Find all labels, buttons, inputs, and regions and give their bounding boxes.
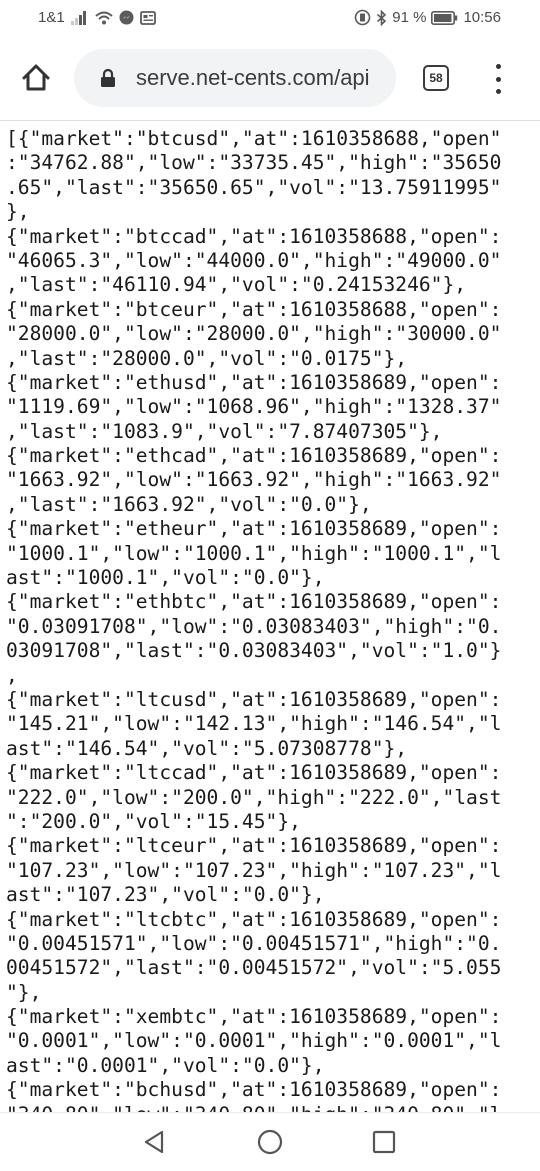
json-line: {"market":"xembtc","at":1610358689,"open…	[6, 1005, 502, 1029]
json-line: {"market":"ethcad","at":1610358689,"open…	[6, 444, 502, 468]
json-line: {"market":"btccad","at":1610358688,"open…	[6, 224, 502, 248]
json-line: "28000.0","low":"28000.0","high":"30000.…	[6, 322, 502, 346]
address-bar[interactable]: serve.net-cents.com/api	[74, 49, 396, 107]
carrier-name: 1&1	[38, 9, 65, 26]
json-line: ast":"107.23","vol":"0.0"},	[6, 883, 325, 907]
json-line: "107.23","low":"107.23","high":"107.23",…	[6, 858, 502, 882]
bluetooth-icon	[376, 9, 387, 26]
tab-count: 58	[429, 71, 443, 85]
json-line: "},	[6, 980, 42, 1004]
messenger-icon	[119, 10, 134, 25]
status-bar: 1&1 91 % 10:56	[0, 0, 540, 38]
json-line: "145.21","low":"142.13","high":"146.54",…	[6, 712, 502, 736]
home-circle-icon	[257, 1129, 283, 1155]
status-bar-right: 91 % 10:56	[354, 9, 501, 26]
recents-button[interactable]	[369, 1127, 399, 1157]
back-button[interactable]	[139, 1127, 169, 1157]
json-line: ":"200.0","vol":"15.45"},	[6, 809, 301, 833]
more-vert-icon[interactable]	[486, 64, 510, 94]
json-line: },	[6, 200, 30, 224]
json-line: "222.0","low":"200.0","high":"222.0","la…	[6, 785, 502, 809]
json-line: :"34762.88","low":"33735.45","high":"356…	[6, 151, 502, 175]
json-line: {"market":"ltcusd","at":1610358689,"open…	[6, 687, 502, 711]
json-line: ,"last":"1663.92","vol":"0.0"},	[6, 492, 372, 516]
lock-icon	[100, 68, 116, 92]
json-line: ast":"146.54","vol":"5.07308778"},	[6, 736, 408, 760]
json-line: {"market":"ltccad","at":1610358689,"open…	[6, 761, 502, 785]
battery-percent: 91 %	[392, 9, 427, 26]
json-line: .65","last":"35650.65","vol":"13.7591199…	[6, 175, 502, 199]
json-line: 03091708","last":"0.03083403","vol":"1.0…	[6, 639, 502, 663]
menu-dot	[495, 64, 501, 69]
home-button[interactable]	[16, 58, 56, 98]
json-line: ,"last":"1083.9","vol":"7.87407305"},	[6, 419, 443, 443]
json-line: ,"last":"28000.0","vol":"0.0175"},	[6, 346, 408, 370]
tab-switcher-button[interactable]: 58	[423, 65, 449, 91]
vibrate-icon	[354, 9, 371, 26]
json-line: {"market":"ltcbtc","at":1610358689,"open…	[6, 907, 502, 931]
json-line: "0.0001","low":"0.0001","high":"0.0001",…	[6, 1029, 502, 1053]
url-text[interactable]: serve.net-cents.com/api	[136, 64, 394, 92]
json-line: ,"last":"46110.94","vol":"0.24153246"},	[6, 273, 467, 297]
clock-time: 10:56	[463, 9, 501, 26]
home-icon	[22, 64, 50, 91]
menu-dot	[495, 89, 501, 94]
system-nav-bar	[0, 1112, 540, 1171]
json-line: {"market":"ethbtc","at":1610358689,"open…	[6, 590, 502, 614]
json-line: "1119.69","low":"1068.96","high":"1328.3…	[6, 395, 502, 419]
wifi-icon	[95, 11, 113, 25]
json-line: {"market":"btceur","at":1610358688,"open…	[6, 297, 502, 321]
page-content[interactable]: [{"market":"btcusd","at":1610358688,"ope…	[0, 121, 540, 1112]
menu-dot	[495, 76, 501, 82]
browser-toolbar: serve.net-cents.com/api 58	[0, 38, 540, 121]
battery-icon	[431, 10, 458, 25]
json-line: 00451572","last":"0.00451572","vol":"5.0…	[6, 956, 502, 980]
json-line: {"market":"etheur","at":1610358689,"open…	[6, 517, 502, 541]
json-line: {"market":"ltceur","at":1610358689,"open…	[6, 834, 502, 858]
json-line: ast":"0.0001","vol":"0.0"},	[6, 1053, 325, 1077]
json-line: "340.80","low":"340.80","high":"340.80",…	[6, 1103, 501, 1112]
json-line: "46065.3","low":"44000.0","high":"49000.…	[6, 248, 502, 272]
json-line: ast":"1000.1","vol":"0.0"},	[6, 566, 325, 590]
json-line: {"market":"ethusd","at":1610358689,"open…	[6, 370, 502, 394]
back-icon	[144, 1130, 164, 1154]
recents-icon	[372, 1130, 396, 1154]
json-line: ,	[6, 663, 18, 687]
signal-icon	[70, 10, 89, 25]
json-line: "1663.92","low":"1663.92","high":"1663.9…	[6, 468, 502, 492]
json-line: {"market":"bchusd","at":1610358689,"open…	[6, 1078, 502, 1102]
json-text: [{"market":"btcusd","at":1610358688,"ope…	[6, 127, 501, 1112]
json-line: [{"market":"btcusd","at":1610358688,"ope…	[6, 127, 502, 150]
status-bar-left: 1&1	[38, 9, 156, 26]
json-line: "0.03091708","low":"0.03083403","high":"…	[6, 614, 502, 638]
json-line: "1000.1","low":"1000.1","high":"1000.1",…	[6, 541, 502, 565]
home-nav-button[interactable]	[255, 1127, 285, 1157]
news-icon	[139, 10, 156, 25]
json-line: "0.00451571","low":"0.00451571","high":"…	[6, 931, 502, 955]
